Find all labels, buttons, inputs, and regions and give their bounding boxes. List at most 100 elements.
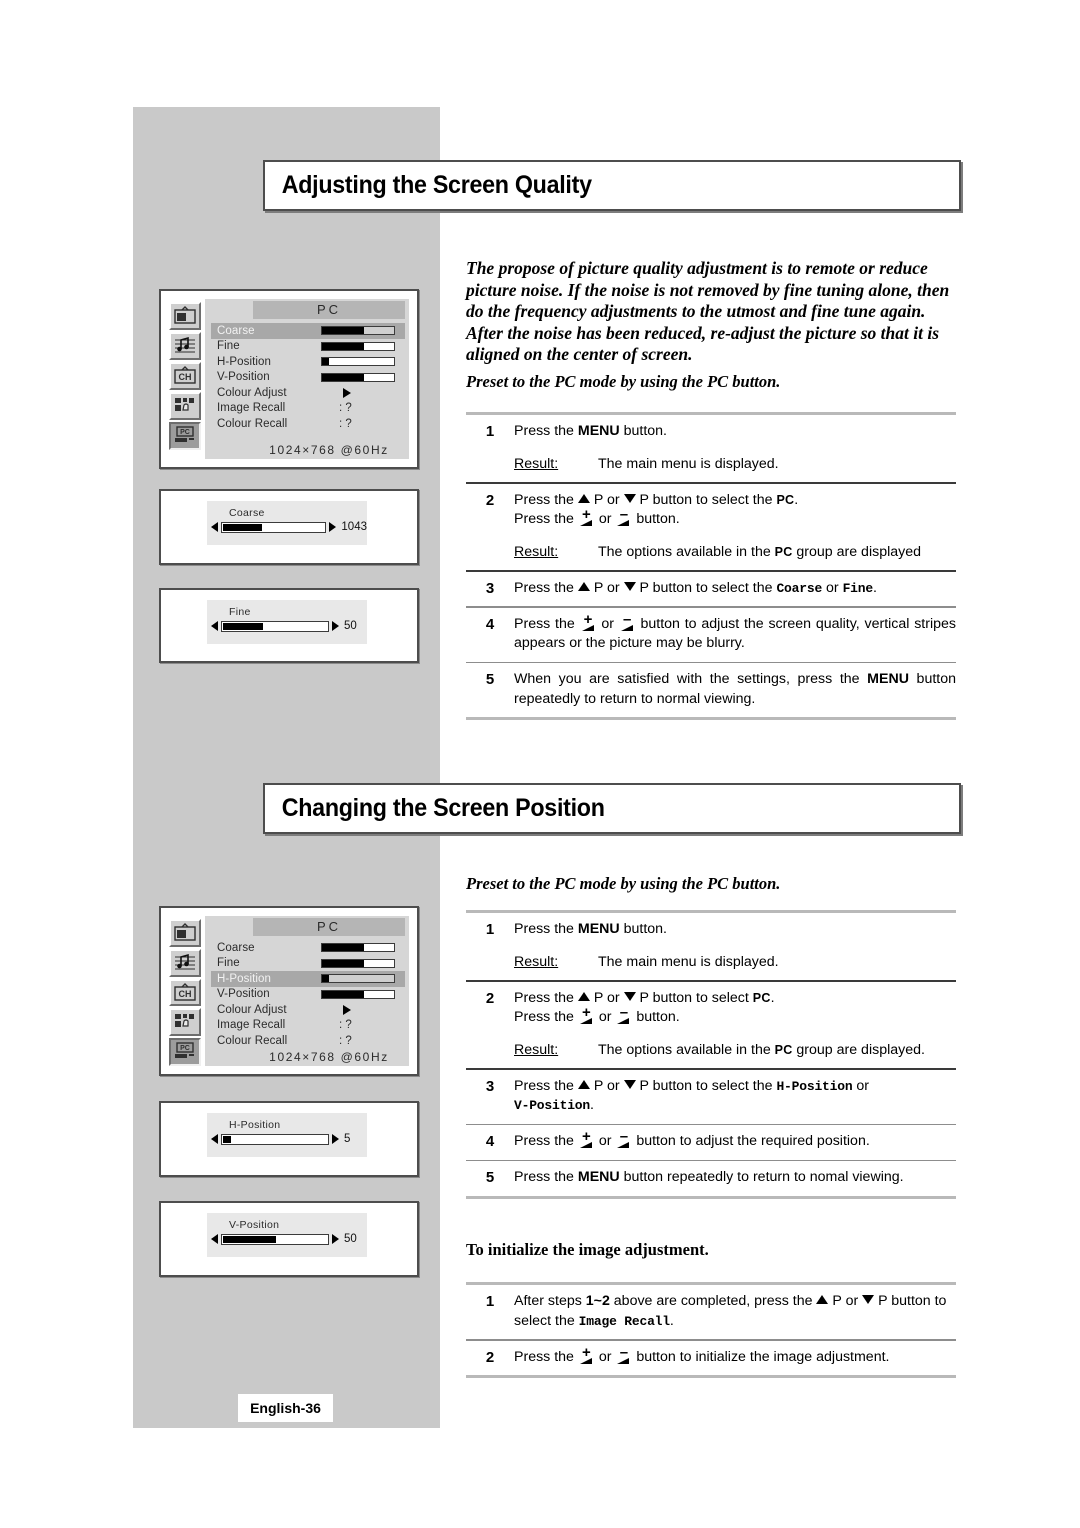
step-row: 5 When you are satisfied with the setting… <box>466 663 956 717</box>
osd-item-bar[interactable] <box>321 974 395 984</box>
left-arrow-icon[interactable] <box>211 621 218 631</box>
right-arrow-icon[interactable] <box>332 621 339 631</box>
osd-menu-item[interactable]: H-Position <box>211 971 405 987</box>
sound-icon[interactable] <box>169 948 201 977</box>
step-row: 4 Press the + or – button to adjust the r… <box>466 1125 956 1160</box>
slider-row: 50 <box>207 1233 367 1245</box>
submenu-arrow-icon <box>343 387 351 398</box>
step-number: 4 <box>485 1133 495 1150</box>
step-number: 5 <box>485 1169 495 1186</box>
osd-item-bar[interactable] <box>321 341 395 351</box>
slider-fill <box>223 523 263 531</box>
osd-item-bar[interactable] <box>321 326 395 336</box>
page-number-label: English-36 <box>250 1400 321 1416</box>
coarse-slider: Coarse 1043 <box>207 501 367 545</box>
slider-value: 50 <box>344 620 357 632</box>
step-number: 2 <box>485 491 495 509</box>
svg-text:PC: PC <box>180 429 190 436</box>
osd-resolution-label: 1024×768 @60Hz <box>269 443 389 457</box>
minus-button-icon: – <box>616 1345 631 1364</box>
step-number: 3 <box>485 579 495 597</box>
osd-menu-item[interactable]: H-Position <box>211 354 405 370</box>
result-label: Result: <box>514 455 559 472</box>
osd-menu-figure-2: CH PC PC Coarse Fine H-Position V-Position Colo… <box>159 906 419 1076</box>
slider-label: V-Position <box>229 1219 280 1231</box>
right-arrow-icon[interactable] <box>332 1234 339 1244</box>
osd-bar-fill <box>322 373 364 381</box>
osd-menu-item[interactable]: Image Recall: ? <box>211 401 405 417</box>
step-text: Press the MENU button. Result: The main me… <box>514 422 956 474</box>
osd-menu-item[interactable]: Colour Adjust <box>211 385 405 401</box>
pc-icon[interactable]: PC <box>169 1038 201 1066</box>
down-arrow-icon <box>623 493 636 503</box>
feature-icon[interactable] <box>169 392 201 420</box>
right-arrow-icon[interactable] <box>329 522 337 532</box>
step-row: 3 Press the P or P button to select the H… <box>466 1070 956 1124</box>
osd-item-value: : ? <box>339 1034 352 1047</box>
osd-item-bar[interactable] <box>321 958 395 968</box>
channel-icon[interactable]: CH <box>169 978 201 1007</box>
picture-icon[interactable] <box>169 919 201 947</box>
slider-track[interactable] <box>221 1133 329 1145</box>
step-row: 1 Press the MENU button. Result: The main m… <box>466 415 956 482</box>
osd-menu-item[interactable]: Colour Recall: ? <box>211 1033 405 1049</box>
osd-header-pc: PC <box>253 918 405 936</box>
osd-item-bar[interactable] <box>321 989 395 999</box>
osd-item-bar[interactable] <box>321 372 395 382</box>
osd-menu-item[interactable]: Coarse <box>211 940 405 956</box>
step-number: 2 <box>485 989 495 1007</box>
plus-button-icon: + <box>581 612 596 631</box>
osd-item-bar[interactable] <box>321 943 395 953</box>
page-title-2: Changing the Screen Position <box>281 794 605 822</box>
osd-menu-item[interactable]: V-Position <box>211 370 405 386</box>
osd-bar-fill <box>322 990 364 998</box>
feature-icon[interactable] <box>169 1008 201 1037</box>
step-text: Press the P or P button to select PC. Pre… <box>514 989 956 1061</box>
plus-button-icon: + <box>579 507 594 526</box>
left-arrow-icon[interactable] <box>211 1134 218 1144</box>
osd-item-bar[interactable] <box>321 357 395 367</box>
osd-item-label: Coarse <box>217 324 255 337</box>
minus-button-icon: – <box>620 612 635 631</box>
osd-menu-item[interactable]: V-Position <box>211 987 405 1003</box>
step-row: 5 Press the MENU button repeatedly to ret… <box>466 1161 956 1196</box>
left-arrow-icon[interactable] <box>211 1234 218 1244</box>
pc-icon[interactable]: PC <box>169 422 201 450</box>
up-arrow-icon <box>577 581 590 591</box>
steps-list-screen-quality: 1 Press the MENU button. Result: The main m… <box>466 412 956 720</box>
intro-paragraph: The propose of picture quality adjustmen… <box>466 258 950 364</box>
result-text: The main menu is displayed. <box>598 953 779 970</box>
rule-divider <box>466 1375 956 1378</box>
subheading-initialize: To initialize the image adjustment. <box>466 1240 709 1259</box>
osd-menu-item[interactable]: Coarse <box>211 323 405 339</box>
result-label: Result: <box>514 953 559 970</box>
step-text: Press the P or P button to select the H-… <box>514 1077 870 1114</box>
step-row: 2 Press the + or – button to initialize t… <box>466 1341 956 1376</box>
slider-track[interactable] <box>221 1233 329 1245</box>
plus-button-icon: + <box>579 1345 594 1364</box>
channel-icon[interactable]: CH <box>169 362 201 390</box>
osd-bar-fill <box>322 342 364 350</box>
osd-menu-item[interactable]: Fine <box>211 339 405 355</box>
right-arrow-icon[interactable] <box>332 1134 339 1144</box>
sound-icon[interactable] <box>169 332 201 360</box>
slider-track[interactable] <box>221 521 327 533</box>
osd-slider-figure-hposition: H-Position 5 <box>159 1101 419 1177</box>
osd-menu-item[interactable]: Image Recall: ? <box>211 1018 405 1034</box>
slider-fill <box>223 1135 232 1143</box>
left-arrow-icon[interactable] <box>211 522 218 532</box>
osd-menu-item[interactable]: Colour Recall: ? <box>211 416 405 432</box>
osd-item-label: Image Recall <box>217 402 286 415</box>
picture-icon[interactable] <box>169 302 201 330</box>
slider-value: 50 <box>344 1233 357 1245</box>
svg-text:CH: CH <box>179 989 192 999</box>
result-text: The main menu is displayed. <box>598 455 779 472</box>
osd-menu-item[interactable]: Colour Adjust <box>211 1002 405 1018</box>
slider-value: 5 <box>344 1133 351 1145</box>
osd-menu-item[interactable]: Fine <box>211 956 405 972</box>
osd-panel: PC Coarse Fine H-Position V-Position Colour A… <box>205 916 409 1066</box>
slider-track[interactable] <box>221 620 329 632</box>
slider-row: 5 <box>207 1133 367 1145</box>
down-arrow-icon <box>623 1079 636 1089</box>
osd-menu: CH PC PC Coarse Fine H-Position V-Position Colo… <box>169 916 409 1066</box>
